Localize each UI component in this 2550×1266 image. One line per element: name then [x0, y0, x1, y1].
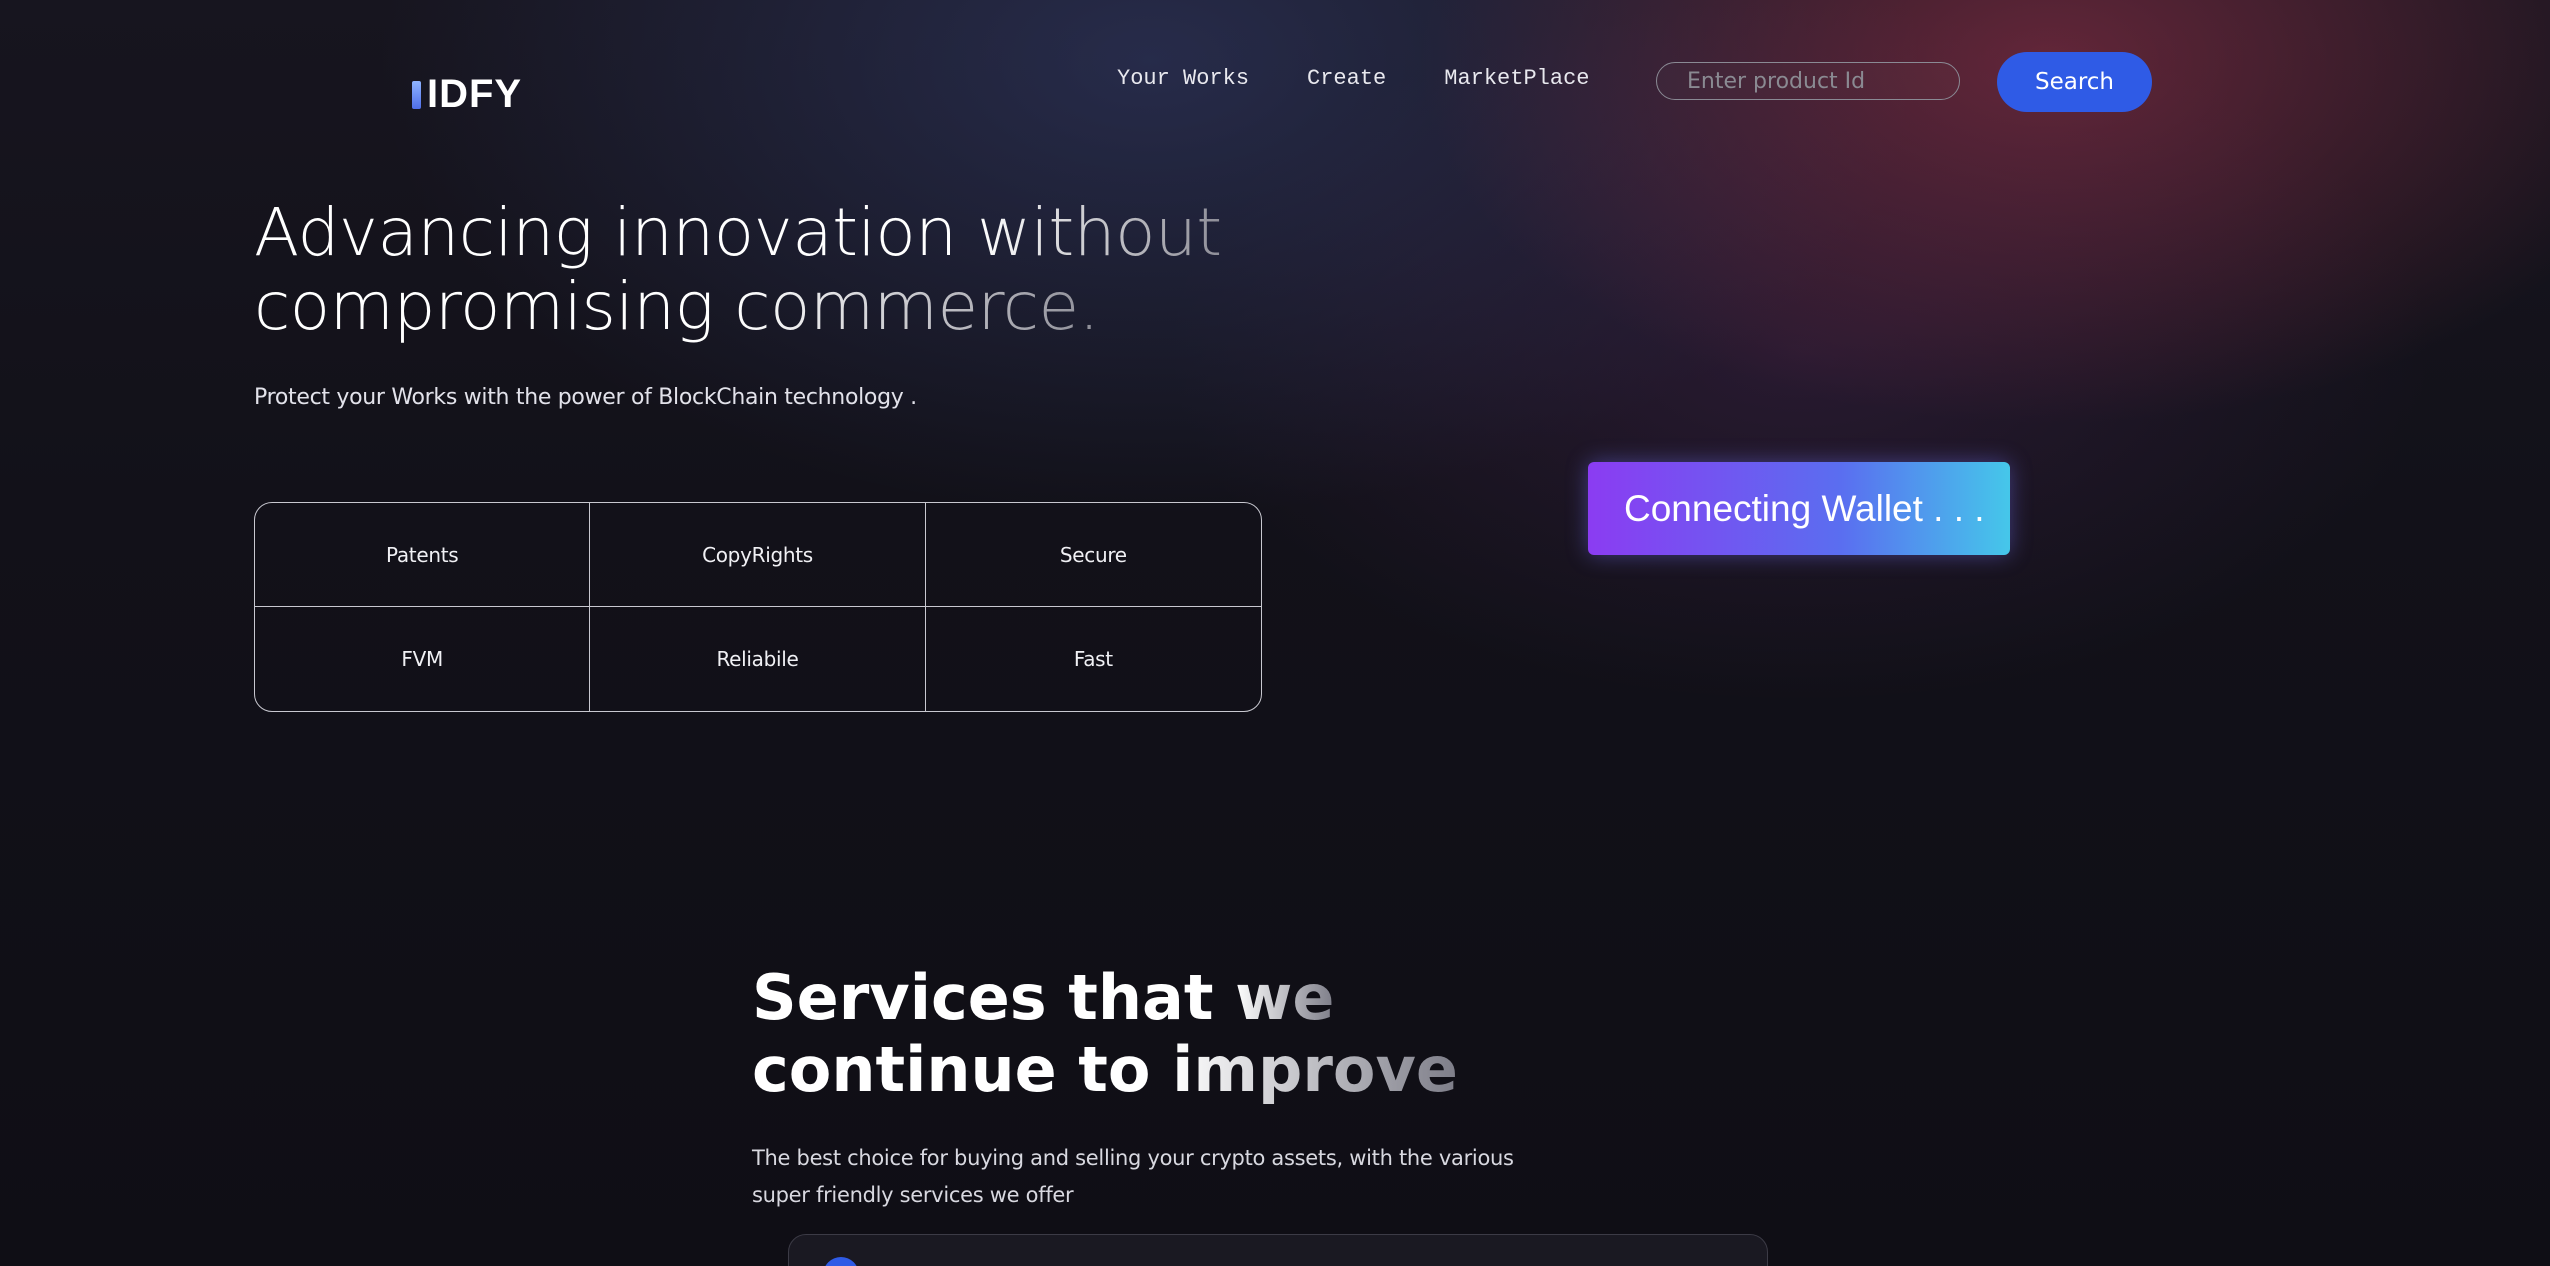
services-title-line1: Services that we [752, 961, 1334, 1034]
services-title-line2: continue to improve [752, 1033, 1458, 1106]
search-button[interactable]: Search [1997, 52, 2152, 112]
service-card[interactable] [788, 1234, 1768, 1266]
services-title: Services that we continue to improve [752, 962, 1552, 1106]
feature-secure: Secure [925, 503, 1261, 607]
hero-title-line1-main: Advancing innovation [254, 194, 978, 271]
feature-fvm: FVM [255, 607, 591, 711]
feature-copyrights: CopyRights [590, 503, 926, 607]
hero-title: Advancing innovation without compromisin… [254, 196, 1354, 344]
product-id-search-input[interactable] [1656, 62, 1960, 100]
hero-title-line2-fade: commerce. [734, 268, 1100, 345]
nav-your-works[interactable]: Your Works [1117, 66, 1249, 91]
logo-text: IDFY [427, 72, 523, 116]
logo-bar-icon [412, 80, 421, 109]
service-circle-icon [823, 1257, 859, 1266]
feature-fast: Fast [1073, 647, 1113, 671]
services-title-line2-fade: improve [1172, 1033, 1458, 1106]
hero-title-line2: compromising commerce. [254, 268, 1100, 345]
nav-create[interactable]: Create [1307, 66, 1386, 91]
page: IDFY Your Works Create MarketPlace Searc… [0, 0, 2550, 1266]
services-title-line2-main: continue to [752, 1033, 1173, 1106]
hero-title-line1: Advancing innovation without [254, 194, 1222, 271]
services-title-line1-fade: we [1235, 961, 1335, 1034]
main-nav: Your Works Create MarketPlace [1117, 66, 1589, 91]
hero-title-line1-fade: without [977, 194, 1222, 271]
logo[interactable]: IDFY [412, 72, 522, 117]
nav-marketplace[interactable]: MarketPlace [1444, 66, 1589, 91]
services-description: The best choice for buying and selling y… [752, 1146, 1514, 1207]
connect-wallet-button[interactable]: Connecting Wallet . . . [1588, 462, 2010, 555]
hero-subtitle: Protect your Works with the power of Blo… [254, 385, 917, 410]
feature-grid: Patents CopyRights Secure FVM Reliabile … [254, 502, 1262, 712]
services-title-line1-main: Services that [752, 961, 1236, 1034]
feature-patents: Patents [255, 503, 591, 607]
feature-reliable: Reliabile [590, 607, 926, 711]
hero-title-line2-main: compromising [254, 268, 735, 345]
